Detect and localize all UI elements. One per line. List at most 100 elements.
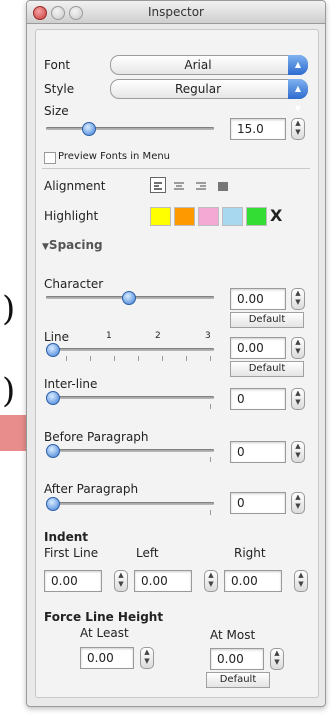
left-indent-field[interactable]: 0.00 [134, 570, 192, 592]
font-label: Font [44, 58, 71, 72]
after-paragraph-value: 0 [237, 496, 245, 510]
size-value: 15.0 [237, 122, 264, 136]
size-stepper[interactable]: ▲ ▼ [291, 118, 305, 140]
line-label: Line [44, 330, 70, 344]
size-field[interactable]: 15.0 [230, 118, 286, 140]
line-slider-knob[interactable] [46, 343, 60, 357]
alignment-label: Alignment [44, 179, 106, 193]
first-line-field[interactable]: 0.00 [44, 570, 102, 592]
spacing-disclosure[interactable]: ▼Spacing [42, 238, 103, 252]
tick-mark [114, 356, 115, 361]
at-least-stepper[interactable]: ▲ ▼ [140, 647, 154, 669]
character-stepper[interactable]: ▲ ▼ [291, 288, 305, 310]
inter-line-field[interactable]: 0 [230, 388, 286, 410]
tick-mark [66, 356, 67, 361]
chevron-updown-icon: ▲▼ [288, 55, 308, 89]
character-field[interactable]: 0.00 [230, 288, 286, 310]
after-paragraph-field[interactable]: 0 [230, 492, 286, 514]
size-slider-knob[interactable] [82, 122, 96, 136]
before-paragraph-label: Before Paragraph [44, 430, 149, 444]
left-indent-value: 0.00 [141, 574, 168, 588]
line-field[interactable]: 0.00 [230, 337, 286, 359]
before-paragraph-slider-knob[interactable] [46, 444, 60, 458]
line-stepper[interactable]: ▲ ▼ [291, 337, 305, 359]
indent-header: Indent [44, 530, 89, 544]
first-line-value: 0.00 [51, 574, 78, 588]
right-indent-field[interactable]: 0.00 [224, 570, 282, 592]
at-least-label: At Least [80, 626, 129, 640]
at-most-default-button[interactable]: Default [206, 672, 270, 688]
align-justify-button[interactable] [216, 178, 230, 192]
clear-highlight-button[interactable]: X [270, 206, 282, 225]
spacing-header: Spacing [48, 238, 103, 252]
highlight-swatch-green[interactable] [246, 207, 267, 226]
annotation-paren-2: ) [2, 371, 16, 411]
force-line-height-header: Force Line Height [44, 610, 164, 624]
tick-mark [210, 457, 211, 462]
line-default-button[interactable]: Default [230, 361, 304, 377]
highlight-swatch-blue[interactable] [222, 207, 243, 226]
tick-mark [90, 356, 91, 361]
inter-line-slider-knob[interactable] [46, 391, 60, 405]
after-paragraph-slider-track[interactable] [46, 502, 214, 505]
highlight-label: Highlight [44, 209, 99, 223]
style-value: Regular [174, 82, 222, 96]
at-most-field[interactable]: 0.00 [210, 648, 264, 670]
character-slider-knob[interactable] [122, 291, 136, 305]
highlight-swatch-orange[interactable] [174, 207, 195, 226]
inspector-window: Inspector Font Arial ▲▼ Style Regular ▲▼… [26, 0, 326, 707]
before-paragraph-stepper[interactable]: ▲ ▼ [291, 441, 305, 463]
at-most-stepper[interactable]: ▲ ▼ [270, 648, 284, 670]
tick-mark [210, 404, 211, 409]
at-most-value: 0.00 [217, 652, 244, 666]
first-line-label: First Line [44, 546, 99, 560]
align-center-button[interactable] [172, 178, 186, 192]
line-value: 0.00 [237, 341, 264, 355]
font-popup[interactable]: Arial ▲▼ [110, 55, 308, 89]
tick-mark [162, 356, 163, 361]
at-most-label: At Most [210, 628, 256, 642]
align-justify-icon [218, 182, 228, 191]
before-paragraph-field[interactable]: 0 [230, 441, 286, 463]
tick-mark [138, 356, 139, 361]
line-tick-3: 3 [205, 331, 211, 341]
inter-line-slider-track[interactable] [46, 396, 214, 399]
highlight-swatch-yellow[interactable] [150, 207, 171, 226]
align-right-button[interactable] [194, 178, 208, 192]
align-center-icon [174, 182, 184, 190]
after-paragraph-label: After Paragraph [44, 482, 139, 496]
align-left-button[interactable] [150, 177, 166, 193]
line-tick-2: 2 [155, 331, 161, 341]
character-default-button[interactable]: Default [230, 312, 304, 328]
character-label: Character [44, 277, 104, 291]
before-paragraph-slider-track[interactable] [46, 449, 214, 452]
align-left-icon [154, 182, 162, 190]
tick-mark [210, 510, 211, 515]
title-bar: Inspector [27, 1, 325, 24]
font-value: Arial [184, 58, 212, 72]
style-label: Style [44, 82, 75, 96]
size-slider-track[interactable] [46, 127, 214, 130]
first-line-stepper[interactable]: ▲ ▼ [114, 570, 128, 592]
after-paragraph-stepper[interactable]: ▲ ▼ [291, 492, 305, 514]
inspector-content: Font Arial ▲▼ Style Regular ▲▼ Size 15.0… [35, 29, 319, 698]
window-title: Inspector [148, 5, 204, 19]
inter-line-stepper[interactable]: ▲ ▼ [291, 388, 305, 410]
at-least-field[interactable]: 0.00 [80, 647, 134, 669]
disclosure-triangle-icon: ▼ [42, 242, 49, 252]
divider [42, 168, 310, 169]
right-indent-value: 0.00 [231, 574, 258, 588]
after-paragraph-slider-knob[interactable] [46, 497, 60, 511]
line-slider-track[interactable] [46, 348, 214, 351]
right-indent-stepper[interactable]: ▲ ▼ [294, 570, 308, 592]
preview-fonts-checkbox[interactable] [44, 152, 56, 164]
tick-mark [186, 356, 187, 361]
left-indent-stepper[interactable]: ▲ ▼ [204, 570, 218, 592]
style-popup[interactable]: Regular ▲ ▼ [110, 79, 308, 113]
tick-mark [210, 356, 211, 361]
size-label: Size [44, 104, 69, 118]
chevron-updown-icon: ▲▼ [288, 79, 308, 113]
before-paragraph-value: 0 [237, 445, 245, 459]
annotation-paren-1: ) [2, 289, 16, 329]
highlight-swatch-pink[interactable] [198, 207, 219, 226]
